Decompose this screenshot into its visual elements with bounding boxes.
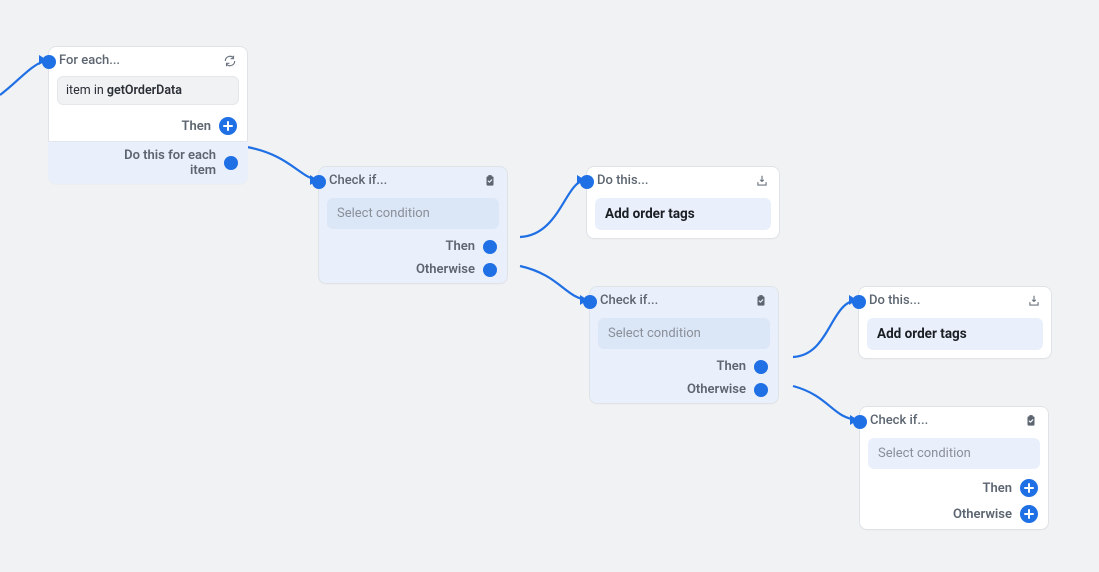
node-input-port[interactable] — [312, 175, 326, 189]
condition-input[interactable]: Select condition — [868, 438, 1040, 469]
refresh-icon — [223, 54, 237, 68]
then-label: Then — [982, 481, 1012, 496]
flow-canvas[interactable]: For each... item in getOrderData Then Do… — [0, 0, 1099, 572]
for-each-item-prefix: item in — [66, 83, 107, 98]
check-if-node-1[interactable]: Check if... Select condition Then Otherw… — [318, 166, 508, 284]
check-otherwise-row: Otherwise — [319, 260, 507, 283]
otherwise-label: Otherwise — [687, 382, 746, 397]
check-otherwise-row: Otherwise — [860, 503, 1048, 529]
action-chip[interactable]: Add order tags — [867, 318, 1043, 350]
otherwise-label: Otherwise — [416, 262, 475, 277]
node-input-port[interactable] — [853, 415, 867, 429]
loop-output-port[interactable] — [224, 156, 238, 170]
then-label: Then — [716, 359, 746, 374]
add-otherwise-button[interactable] — [1020, 505, 1038, 523]
check-then-row: Then — [590, 353, 778, 380]
for-each-then-row: Then — [49, 111, 247, 141]
otherwise-label: Otherwise — [953, 507, 1012, 522]
import-icon — [755, 174, 769, 188]
action-label: Add order tags — [605, 206, 695, 222]
do-this-title: Do this... — [869, 293, 1019, 308]
check-otherwise-row: Otherwise — [590, 380, 778, 403]
node-input-port[interactable] — [42, 55, 56, 69]
condition-placeholder: Select condition — [337, 206, 430, 221]
for-each-loop-row: Do this for each item — [48, 141, 248, 184]
clipboard-icon — [483, 174, 497, 188]
do-this-title: Do this... — [597, 173, 747, 188]
otherwise-output-port[interactable] — [483, 263, 497, 277]
for-each-item-chip[interactable]: item in getOrderData — [57, 76, 239, 105]
action-chip[interactable]: Add order tags — [595, 198, 771, 230]
condition-input[interactable]: Select condition — [327, 198, 499, 229]
for-each-item-source: getOrderData — [107, 83, 182, 98]
check-then-row: Then — [860, 473, 1048, 503]
condition-placeholder: Select condition — [608, 326, 701, 341]
clipboard-icon — [754, 294, 768, 308]
node-input-port[interactable] — [852, 295, 866, 309]
clipboard-icon — [1024, 414, 1038, 428]
check-if-title: Check if... — [600, 293, 746, 308]
for-each-title: For each... — [59, 53, 215, 68]
then-label: Then — [181, 119, 211, 134]
check-if-node-2[interactable]: Check if... Select condition Then Otherw… — [589, 286, 779, 404]
loop-label: Do this for each item — [98, 148, 216, 178]
otherwise-output-port[interactable] — [754, 383, 768, 397]
then-label: Then — [445, 239, 475, 254]
check-then-row: Then — [319, 233, 507, 260]
then-output-port[interactable] — [754, 360, 768, 374]
for-each-node[interactable]: For each... item in getOrderData Then Do… — [48, 46, 248, 184]
check-if-title: Check if... — [870, 413, 1016, 428]
check-if-title: Check if... — [329, 173, 475, 188]
node-input-port[interactable] — [580, 175, 594, 189]
do-this-node-1[interactable]: Do this... Add order tags — [586, 166, 780, 239]
do-this-node-2[interactable]: Do this... Add order tags — [858, 286, 1052, 359]
add-then-button[interactable] — [1020, 479, 1038, 497]
node-input-port[interactable] — [583, 295, 597, 309]
then-output-port[interactable] — [483, 240, 497, 254]
add-then-button[interactable] — [219, 117, 237, 135]
condition-input[interactable]: Select condition — [598, 318, 770, 349]
action-label: Add order tags — [877, 326, 967, 342]
condition-placeholder: Select condition — [878, 446, 971, 461]
check-if-node-3[interactable]: Check if... Select condition Then Otherw… — [859, 406, 1049, 530]
import-icon — [1027, 294, 1041, 308]
